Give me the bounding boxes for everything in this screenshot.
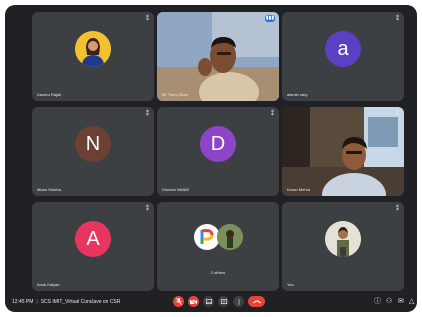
control-bar: 12:45 PM | SCS IMIT_Virtual Conclave on CS… bbox=[5, 293, 417, 312]
participant-tile-1[interactable]: ⁑ Kanuru Rajak bbox=[32, 12, 154, 101]
participant-tile-2[interactable]: ▮▮▮ Mr Tinny Khan bbox=[157, 12, 279, 101]
mic-muted-icon: ⁑ bbox=[146, 206, 149, 212]
participant-name: Karan Mehra bbox=[287, 187, 311, 192]
mic-muted-icon: ⁑ bbox=[396, 206, 399, 212]
end-call-icon[interactable] bbox=[248, 296, 265, 307]
speaking-indicator-icon: ▮▮▮ bbox=[265, 15, 275, 22]
participant-tile-self[interactable]: ⁑ You bbox=[282, 202, 404, 291]
participant-name: alamin nary bbox=[287, 92, 308, 97]
participant-avatar: A bbox=[75, 221, 111, 258]
mic-muted-icon: ⁑ bbox=[146, 16, 149, 22]
participant-tile-others[interactable]: 2 others bbox=[157, 202, 279, 291]
other-participant-photo bbox=[217, 224, 243, 250]
meeting-info: 12:45 PM | SCS IMIT_Virtual Conclave on CS… bbox=[12, 299, 121, 305]
participant-tile-5[interactable]: D ⁑ Director MM&E bbox=[157, 107, 279, 196]
participant-photo-avatar bbox=[75, 31, 111, 68]
participant-video bbox=[282, 107, 404, 196]
participant-name: Mr Tinny Khan bbox=[162, 92, 188, 97]
meeting-title: SCS IMIT_Virtual Conclave on CSR bbox=[40, 299, 121, 305]
present-icon[interactable] bbox=[218, 296, 229, 307]
participant-tile-6[interactable]: ⁑ Karan Mehra bbox=[282, 107, 404, 196]
participant-name: Director MM&E bbox=[162, 187, 190, 192]
participant-name: Anuk Kalyan bbox=[37, 282, 60, 287]
participant-avatar: N bbox=[75, 126, 111, 163]
mic-muted-icon: ⁑ bbox=[396, 111, 399, 117]
captions-icon[interactable] bbox=[203, 296, 214, 307]
participant-avatar: D bbox=[200, 126, 236, 163]
meet-window: ⁑ Kanuru Rajak ▮▮▮ Mr Tinny Khan a ⁑ ala… bbox=[5, 5, 417, 312]
chat-icon[interactable]: ✉ bbox=[398, 297, 404, 306]
participant-tile-4[interactable]: N ⁑ Mban Shutha bbox=[32, 107, 154, 196]
self-photo-avatar bbox=[325, 221, 361, 258]
activities-icon[interactable]: △ bbox=[409, 297, 414, 306]
participant-tile-3[interactable]: a ⁑ alamin nary bbox=[282, 12, 404, 101]
p-logo-icon bbox=[200, 229, 214, 244]
participant-tile-7[interactable]: A ⁑ Anuk Kalyan bbox=[32, 202, 154, 291]
mic-muted-icon: ⁑ bbox=[146, 111, 149, 117]
participant-name: Kanuru Rajak bbox=[37, 92, 62, 97]
participant-video bbox=[157, 12, 279, 101]
others-count-label: 2 others bbox=[210, 270, 226, 275]
participant-name: You bbox=[287, 282, 294, 287]
mic-off-icon[interactable] bbox=[173, 296, 184, 307]
mic-muted-icon: ⁑ bbox=[271, 111, 274, 117]
mic-muted-icon: ⁑ bbox=[396, 16, 399, 22]
participant-name: Mban Shutha bbox=[37, 187, 61, 192]
participant-avatar: a bbox=[325, 31, 361, 68]
more-options-icon[interactable] bbox=[233, 296, 244, 307]
info-icon[interactable]: ⓘ bbox=[374, 297, 381, 306]
clock-time: 12:45 PM bbox=[12, 299, 34, 305]
camera-off-icon[interactable] bbox=[188, 296, 199, 307]
people-icon[interactable]: ⚇ bbox=[386, 297, 392, 306]
